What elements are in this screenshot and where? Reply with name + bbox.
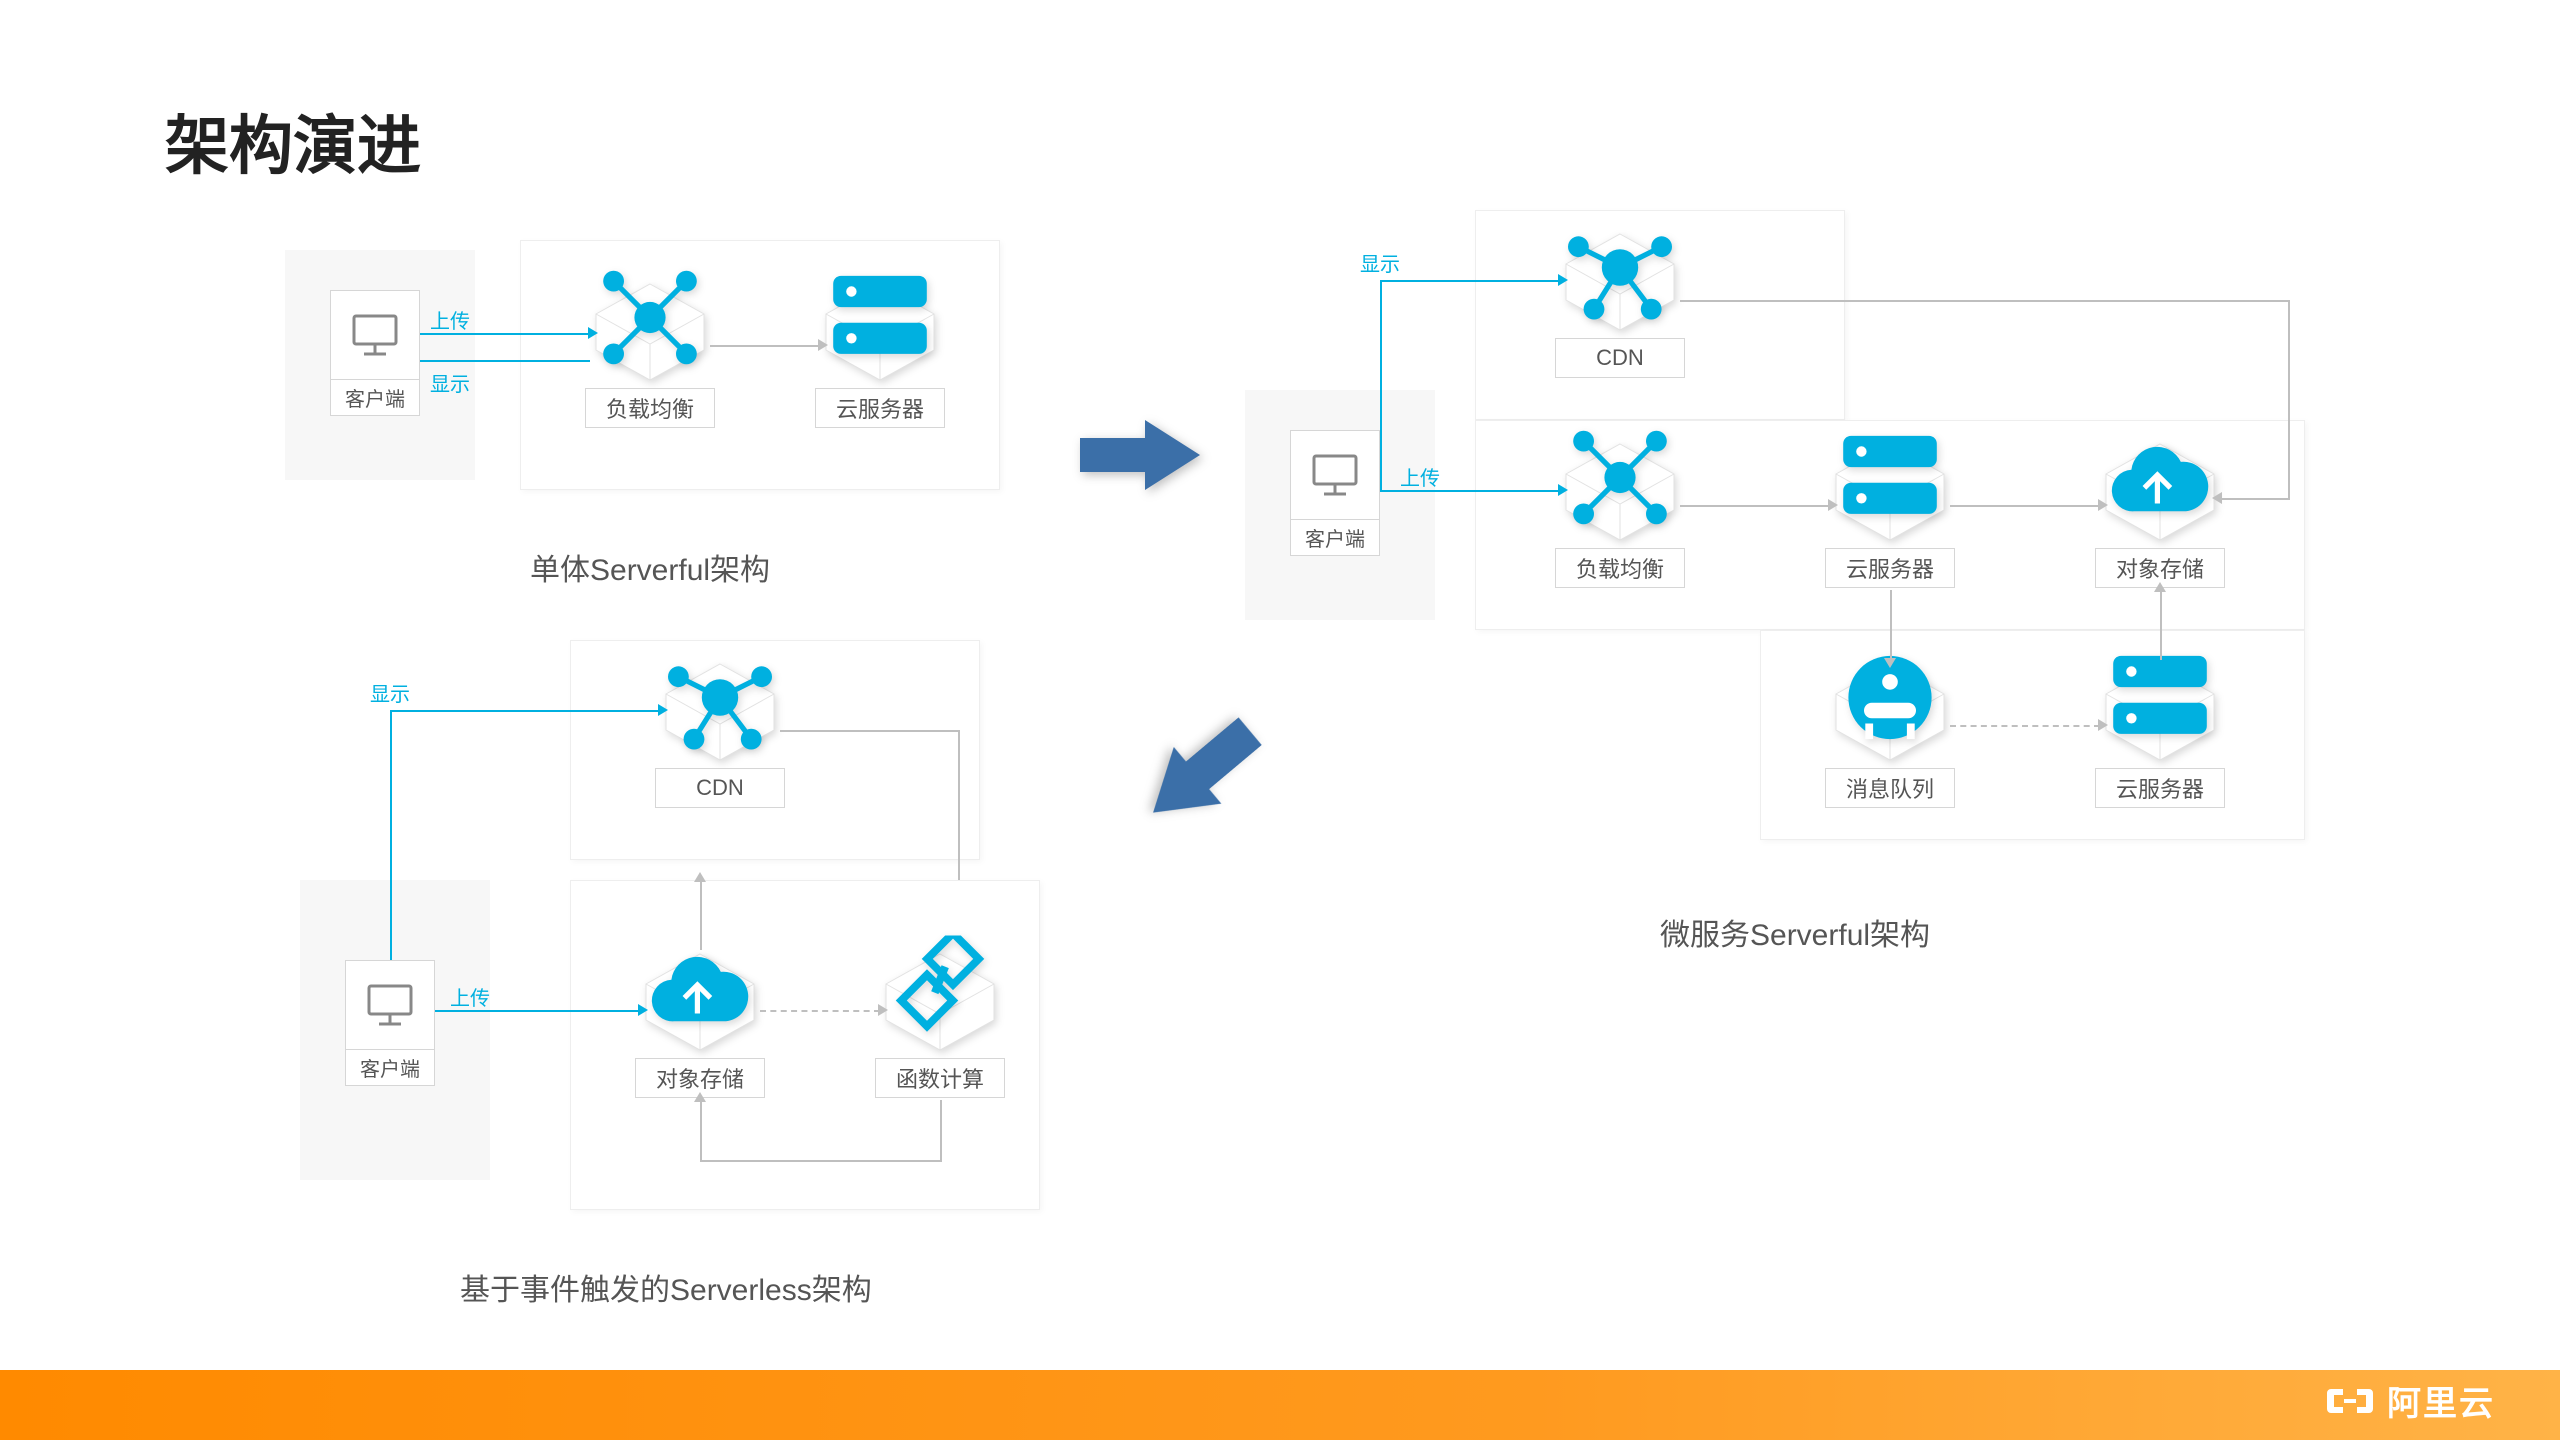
node-label: 消息队列	[1825, 768, 1955, 808]
label-upload: 上传	[450, 982, 490, 1011]
subtitle-serverless: 基于事件触发的Serverless架构	[460, 1265, 872, 1309]
node-cdn-sl: CDN	[660, 660, 780, 764]
node-label: CDN	[655, 768, 785, 808]
client-label: 客户端	[330, 380, 420, 416]
node-mq-ms: 消息队列	[1830, 660, 1950, 764]
client-ms: 客户端	[1290, 430, 1380, 556]
subtitle-microservice: 微服务Serverful架构	[1660, 910, 1930, 954]
node-fc-sl: 函数计算	[880, 950, 1000, 1054]
node-lb-monolith: 负载均衡	[590, 280, 710, 384]
node-label: 函数计算	[875, 1058, 1005, 1098]
node-ecs2-ms: 云服务器	[2100, 660, 2220, 764]
node-label: CDN	[1555, 338, 1685, 378]
arrow-diagonal-icon	[1114, 687, 1286, 854]
client-monolith: 客户端	[330, 290, 420, 416]
label-display: 显示	[430, 368, 470, 397]
arrow-right-icon	[1075, 410, 1205, 505]
node-ecs-ms: 云服务器	[1830, 440, 1950, 544]
node-oss-ms: 对象存储	[2100, 440, 2220, 544]
brand-text: 阿里云	[2387, 1376, 2495, 1425]
node-lb-ms: 负载均衡	[1560, 440, 1680, 544]
label-display: 显示	[370, 678, 410, 707]
node-label: 负载均衡	[1555, 548, 1685, 588]
label-upload: 上传	[1400, 462, 1440, 491]
node-label: 云服务器	[815, 388, 945, 428]
node-cdn-ms: CDN	[1560, 230, 1680, 334]
node-label: 负载均衡	[585, 388, 715, 428]
client-label: 客户端	[1290, 520, 1380, 556]
page-title: 架构演进	[165, 95, 421, 187]
label-upload: 上传	[430, 305, 470, 334]
client-sl: 客户端	[345, 960, 435, 1086]
conn-lb-ecs	[710, 345, 820, 347]
node-label: 云服务器	[2095, 768, 2225, 808]
label-display: 显示	[1360, 248, 1400, 277]
client-label: 客户端	[345, 1050, 435, 1086]
node-label: 云服务器	[1825, 548, 1955, 588]
brand-logo: 阿里云	[2325, 1376, 2495, 1425]
subtitle-monolith: 单体Serverful架构	[530, 545, 770, 589]
footer-bar: 阿里云	[0, 1370, 2560, 1440]
slide: 架构演进 客户端 负载均衡 云服务器 上传 显示 单体Serverful架构 客…	[0, 0, 2560, 1440]
node-oss-sl: 对象存储	[640, 950, 760, 1054]
conn-monolith-display	[420, 360, 590, 362]
node-ecs-monolith: 云服务器	[820, 280, 940, 384]
